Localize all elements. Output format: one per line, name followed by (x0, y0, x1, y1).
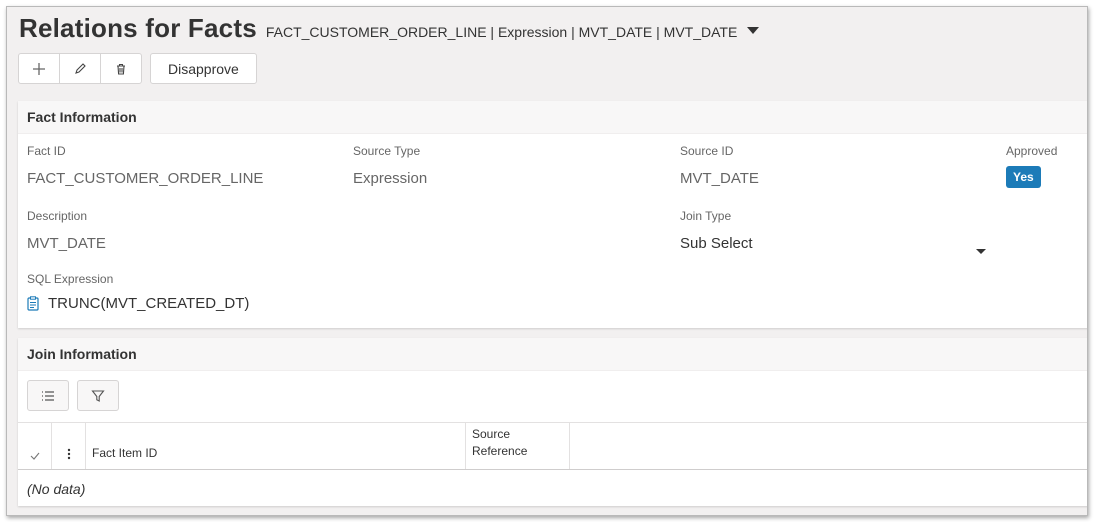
approved-field: Approved Yes (1006, 144, 1057, 188)
add-button[interactable] (19, 54, 60, 83)
fact-id-label: Fact ID (27, 144, 66, 158)
fact-id-value: FACT_CUSTOMER_ORDER_LINE (27, 170, 264, 187)
column-spacer (570, 423, 1087, 469)
context-dropdown-icon[interactable] (747, 27, 760, 34)
trash-icon (117, 63, 125, 75)
source-id-label: Source ID (680, 144, 734, 158)
page-header: Relations for Facts FACT_CUSTOMER_ORDER_… (19, 13, 760, 44)
description-field: Description MVT_DATE (27, 209, 106, 252)
column-fact-item-id[interactable]: Fact Item ID (86, 423, 466, 469)
document-icon[interactable] (27, 296, 39, 311)
source-type-value: Expression (353, 170, 428, 187)
no-data-message: (No data) (27, 481, 86, 497)
column-options-column[interactable] (52, 423, 86, 469)
approved-label: Approved (1006, 144, 1058, 158)
source-type-label: Source Type (353, 144, 421, 158)
description-value: MVT_DATE (27, 235, 106, 252)
join-type-label: Join Type (680, 209, 732, 223)
delete-button[interactable] (101, 54, 141, 83)
app-window: Relations for Facts FACT_CUSTOMER_ORDER_… (6, 6, 1088, 516)
list-view-button[interactable] (27, 380, 69, 411)
join-list-toolbar (27, 380, 119, 411)
filter-button[interactable] (77, 380, 119, 411)
join-information-header: Join Information (18, 338, 1087, 371)
fact-id-field: Fact ID FACT_CUSTOMER_ORDER_LINE (27, 144, 263, 187)
join-table-header: Fact Item ID Source Reference (18, 423, 1087, 470)
fact-information-card: Fact Information Fact ID FACT_CUSTOMER_O… (18, 101, 1087, 328)
description-label: Description (27, 209, 88, 223)
filter-icon (91, 389, 105, 402)
source-id-field: Source ID MVT_DATE (680, 144, 759, 187)
sql-expression-value: TRUNC(MVT_CREATED_DT) (48, 295, 250, 312)
join-type-select[interactable]: Sub Select (680, 235, 986, 252)
chevron-down-icon[interactable] (976, 249, 986, 254)
crud-button-group (18, 53, 142, 84)
edit-button[interactable] (60, 54, 101, 83)
more-vertical-icon (67, 448, 70, 460)
checkmark-icon (30, 452, 39, 460)
record-context: FACT_CUSTOMER_ORDER_LINE | Expression | … (265, 23, 738, 40)
page-title: Relations for Facts (19, 13, 257, 43)
select-all-column[interactable] (18, 423, 52, 469)
sql-expression-field: SQL Expression TRUNC(MVT_CREATED_DT) (27, 272, 249, 312)
source-type-field: Source Type Expression (353, 144, 427, 187)
list-icon (42, 390, 54, 401)
join-table: Fact Item ID Source Reference (No data) (18, 422, 1087, 508)
fact-information-header: Fact Information (18, 101, 1087, 134)
join-information-card: Join Information Fact Item ID Source Ref… (18, 338, 1087, 508)
command-toolbar: Disapprove (18, 53, 257, 84)
sql-expression-row: TRUNC(MVT_CREATED_DT) (27, 295, 249, 312)
approved-badge: Yes (1006, 166, 1041, 188)
join-type-field[interactable]: Join Type Sub Select (680, 209, 986, 259)
pencil-icon (75, 62, 86, 74)
source-id-value: MVT_DATE (680, 170, 759, 187)
disapprove-button[interactable]: Disapprove (150, 53, 257, 84)
plus-icon (33, 62, 45, 75)
sql-expression-label: SQL Expression (27, 272, 114, 286)
column-source-reference[interactable]: Source Reference (466, 423, 570, 469)
